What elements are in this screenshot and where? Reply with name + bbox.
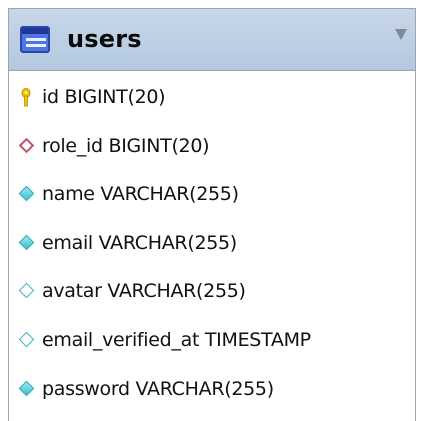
column-row-email-verified-at[interactable]: email_verified_at TIMESTAMP bbox=[9, 314, 415, 363]
table-title: users bbox=[67, 25, 142, 53]
column-label: avatar VARCHAR(255) bbox=[42, 280, 246, 303]
column-row-name[interactable]: name VARCHAR(255) bbox=[9, 168, 415, 217]
column-label: email VARCHAR(255) bbox=[42, 231, 237, 254]
column-row-avatar[interactable]: avatar VARCHAR(255) bbox=[9, 265, 415, 314]
column-row-role-id[interactable]: role_id BIGINT(20) bbox=[9, 120, 415, 169]
column-label: password VARCHAR(255) bbox=[42, 377, 274, 400]
column-label: role_id BIGINT(20) bbox=[42, 134, 210, 157]
column-row-password[interactable]: password VARCHAR(255) bbox=[9, 363, 415, 412]
collapse-arrow-icon[interactable] bbox=[395, 29, 407, 40]
column-row-email[interactable]: email VARCHAR(255) bbox=[9, 217, 415, 266]
not-null-column-diamond-icon bbox=[18, 380, 35, 396]
table-header[interactable]: users bbox=[9, 9, 415, 71]
column-list: id BIGINT(20) role_id BIGINT(20) name VA… bbox=[9, 71, 415, 411]
not-null-column-diamond-icon bbox=[18, 234, 35, 251]
not-null-column-diamond-icon bbox=[18, 185, 35, 202]
nullable-column-diamond-icon bbox=[18, 331, 35, 348]
nullable-column-diamond-icon bbox=[18, 283, 35, 299]
column-label: name VARCHAR(255) bbox=[42, 183, 239, 206]
column-label: id BIGINT(20) bbox=[42, 86, 166, 108]
primary-key-icon bbox=[21, 88, 31, 107]
column-row-id[interactable]: id BIGINT(20) bbox=[9, 71, 415, 120]
table-card-users[interactable]: users id BIGINT(20) role_id BIGINT(20) n… bbox=[8, 8, 416, 421]
column-label: email_verified_at TIMESTAMP bbox=[42, 328, 311, 351]
table-icon bbox=[20, 26, 50, 53]
foreign-key-diamond-icon bbox=[18, 137, 35, 153]
